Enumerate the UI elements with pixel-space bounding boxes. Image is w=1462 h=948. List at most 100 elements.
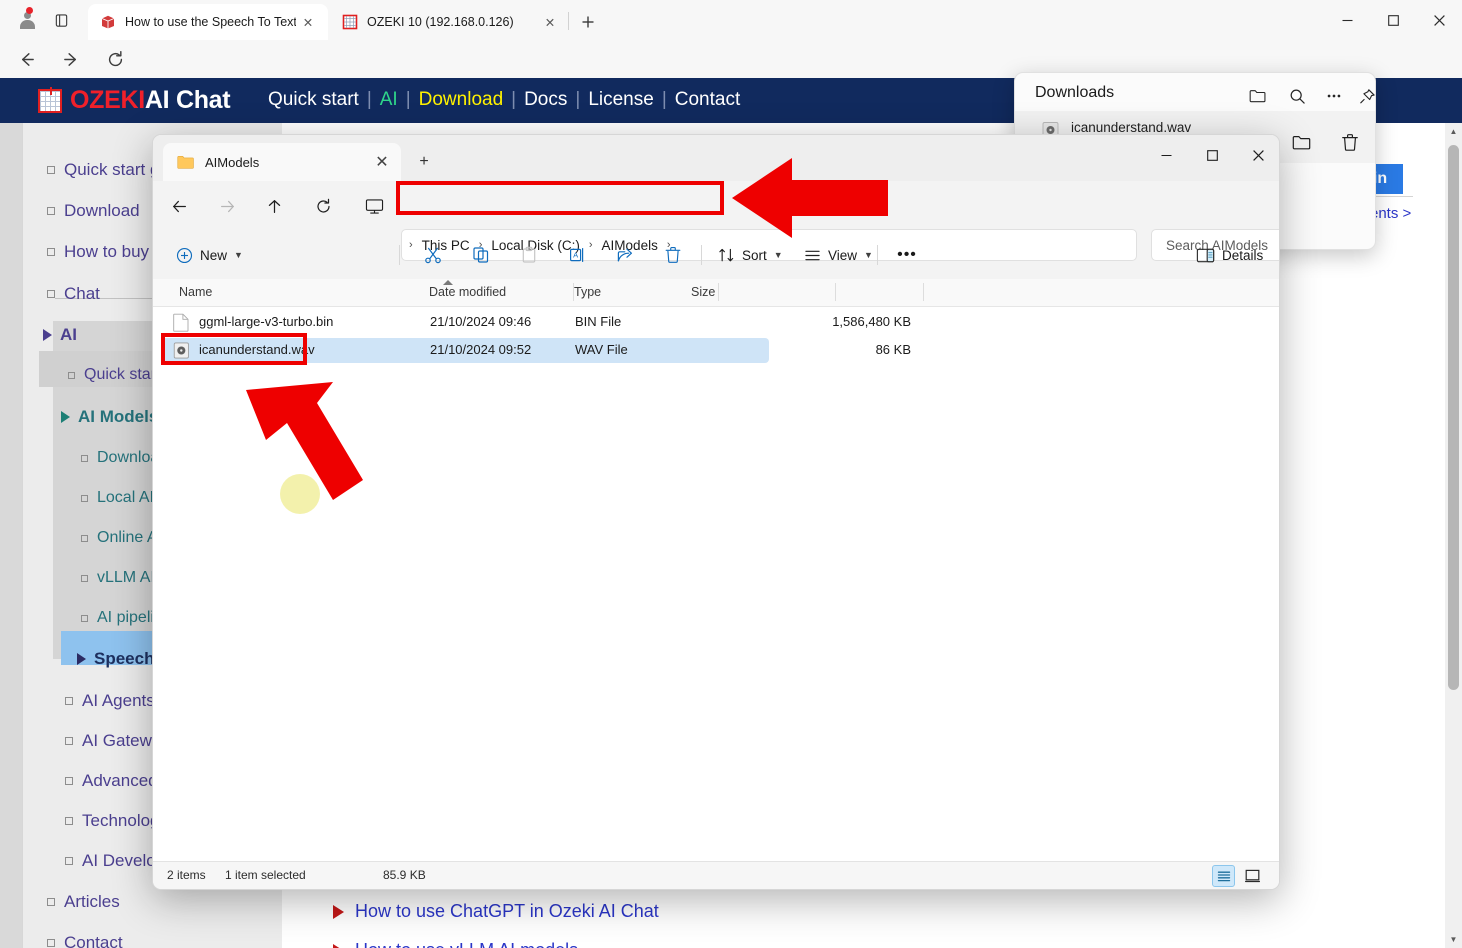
rename-button[interactable]: A <box>559 239 595 271</box>
sidebar-item-quick-start-guide[interactable]: Quick start gu <box>47 160 169 180</box>
explorer-status-bar: 2 items 1 item selected 85.9 KB <box>153 861 1279 889</box>
explorer-forward-button[interactable] <box>211 191 243 221</box>
explorer-titlebar: AIModels ✕ + <box>153 135 1279 181</box>
sidebar-item-label: Contact <box>64 933 123 948</box>
explorer-back-button[interactable] <box>163 191 195 221</box>
column-divider-3[interactable] <box>835 283 836 301</box>
downloads-search-button[interactable] <box>1282 82 1312 110</box>
explorer-refresh-button[interactable] <box>307 191 339 221</box>
explorer-tab-aimodels[interactable]: AIModels ✕ <box>163 143 401 181</box>
table-row[interactable]: ggml-large-v3-turbo.bin 21/10/2024 09:46… <box>161 310 911 335</box>
tab-actions-button[interactable] <box>46 6 76 34</box>
details-pane-button[interactable]: Details <box>1187 239 1272 271</box>
sidebar-item-advanced[interactable]: Advanced <box>65 771 158 791</box>
sidebar-item-label: Articles <box>64 892 120 911</box>
explorer-this-pc-button[interactable] <box>358 191 390 221</box>
browser-window-controls <box>1324 0 1462 40</box>
sidebar-item-how-to-buy[interactable]: How to buy <box>47 242 149 262</box>
page-scrollbar[interactable]: ▲ ▼ <box>1445 123 1462 948</box>
bullet-icon <box>65 697 73 705</box>
scroll-down-arrow-icon[interactable]: ▼ <box>1445 931 1462 948</box>
article-link-1[interactable]: How to use vLLM AI models <box>333 940 578 948</box>
sidebar-item-quick-start[interactable]: Quick start <box>68 366 160 384</box>
sidebar-item-articles[interactable]: Articles <box>47 892 120 912</box>
bullet-icon <box>47 248 55 256</box>
details-view-toggle[interactable] <box>1212 865 1235 887</box>
table-row[interactable]: icanunderstand.wav 21/10/2024 09:52 WAV … <box>161 338 911 363</box>
explorer-toolbar: New ▼ A Sort ▼ View ▼ ••• Details <box>153 231 1279 279</box>
back-button[interactable] <box>10 43 42 75</box>
explorer-maximize-button[interactable] <box>1189 135 1235 175</box>
browser-tab-1[interactable]: OZEKI 10 (192.168.0.126) ✕ <box>330 4 570 40</box>
view-button[interactable]: View ▼ <box>795 239 882 271</box>
site-nav-ai[interactable]: AI <box>380 89 398 111</box>
paste-icon <box>522 246 536 263</box>
new-tab-button[interactable] <box>574 8 602 36</box>
column-header-name[interactable]: Name <box>179 285 212 299</box>
browser-close-button[interactable] <box>1416 0 1462 40</box>
folder-icon <box>177 155 194 169</box>
delete-button[interactable] <box>655 239 691 271</box>
expanded-triangle-icon <box>43 329 52 341</box>
downloads-delete-button[interactable] <box>1333 125 1367 159</box>
site-nav-quickstart[interactable]: Quick start <box>268 89 359 111</box>
sort-icon <box>719 248 734 261</box>
sidebar-item-contact[interactable]: Contact <box>47 933 123 948</box>
explorer-up-button[interactable] <box>258 191 290 221</box>
new-button[interactable]: New ▼ <box>167 239 252 271</box>
scrollbar-thumb[interactable] <box>1448 145 1459 690</box>
share-button[interactable] <box>607 239 643 271</box>
explorer-new-tab-button[interactable]: + <box>411 149 437 175</box>
bullet-icon <box>68 371 75 379</box>
forward-button[interactable] <box>55 43 87 75</box>
sidebar-item-ai-models[interactable]: AI Models <box>61 407 158 427</box>
paste-button[interactable] <box>511 239 547 271</box>
bullet-icon <box>47 207 55 215</box>
sort-button[interactable]: Sort ▼ <box>709 239 792 271</box>
large-icons-view-toggle[interactable] <box>1241 865 1264 887</box>
cut-button[interactable] <box>415 239 451 271</box>
explorer-minimize-button[interactable] <box>1143 135 1189 175</box>
column-header-size[interactable]: Size <box>691 285 715 299</box>
browser-tab-1-close-icon[interactable]: ✕ <box>538 10 562 34</box>
sidebar-item-ai[interactable]: AI <box>43 325 77 345</box>
toolbar-more-button[interactable]: ••• <box>889 239 925 271</box>
sidebar-item-download[interactable]: Download <box>47 201 140 221</box>
site-brand[interactable]: OZEKIAI Chat <box>70 86 231 115</box>
delete-icon <box>665 247 681 263</box>
file-name: ggml-large-v3-turbo.bin <box>199 314 334 329</box>
browser-tab-0[interactable]: How to use the Speech To Text m ✕ <box>88 4 328 40</box>
downloads-open-folder-button[interactable] <box>1243 82 1273 110</box>
site-nav-license[interactable]: License <box>588 89 654 111</box>
site-nav-contact[interactable]: Contact <box>675 89 740 111</box>
open-folder-icon <box>1249 90 1266 103</box>
site-nav-docs[interactable]: Docs <box>524 89 567 111</box>
sidebar-item-chat[interactable]: Chat <box>47 284 100 304</box>
browser-minimize-button[interactable] <box>1324 0 1370 40</box>
browser-tab-0-title: How to use the Speech To Text m <box>125 15 296 29</box>
downloads-show-in-folder-button[interactable] <box>1285 125 1319 159</box>
column-header-type[interactable]: Type <box>574 285 601 299</box>
sidebar-item-ai-agents[interactable]: AI Agents <box>65 691 155 711</box>
file-date-modified: 21/10/2024 09:46 <box>430 314 532 329</box>
new-button-label: New <box>200 247 228 263</box>
reload-arrow-icon <box>108 50 122 66</box>
browser-maximize-button[interactable] <box>1370 0 1416 40</box>
column-divider-2[interactable] <box>718 283 719 301</box>
column-divider-4[interactable] <box>923 283 924 301</box>
scroll-up-arrow-icon[interactable]: ▲ <box>1445 123 1462 140</box>
article-link-0[interactable]: How to use ChatGPT in Ozeki AI Chat <box>333 901 659 922</box>
nav-sep-3: | <box>511 89 517 110</box>
reload-button[interactable] <box>99 43 131 75</box>
explorer-close-button[interactable] <box>1235 135 1279 175</box>
column-header-date-modified[interactable]: Date modified <box>429 285 506 299</box>
large-icons-view-icon <box>1245 869 1260 883</box>
explorer-tab-close-icon[interactable]: ✕ <box>369 152 395 172</box>
sidebar-item-label: How to buy <box>64 242 150 261</box>
copy-button[interactable] <box>463 239 499 271</box>
downloads-pin-button[interactable] <box>1352 82 1375 110</box>
new-plus-icon <box>176 247 193 263</box>
site-nav-download[interactable]: Download <box>419 89 504 111</box>
downloads-more-options-button[interactable] <box>1319 82 1349 110</box>
browser-tab-0-close-icon[interactable]: ✕ <box>296 10 320 34</box>
